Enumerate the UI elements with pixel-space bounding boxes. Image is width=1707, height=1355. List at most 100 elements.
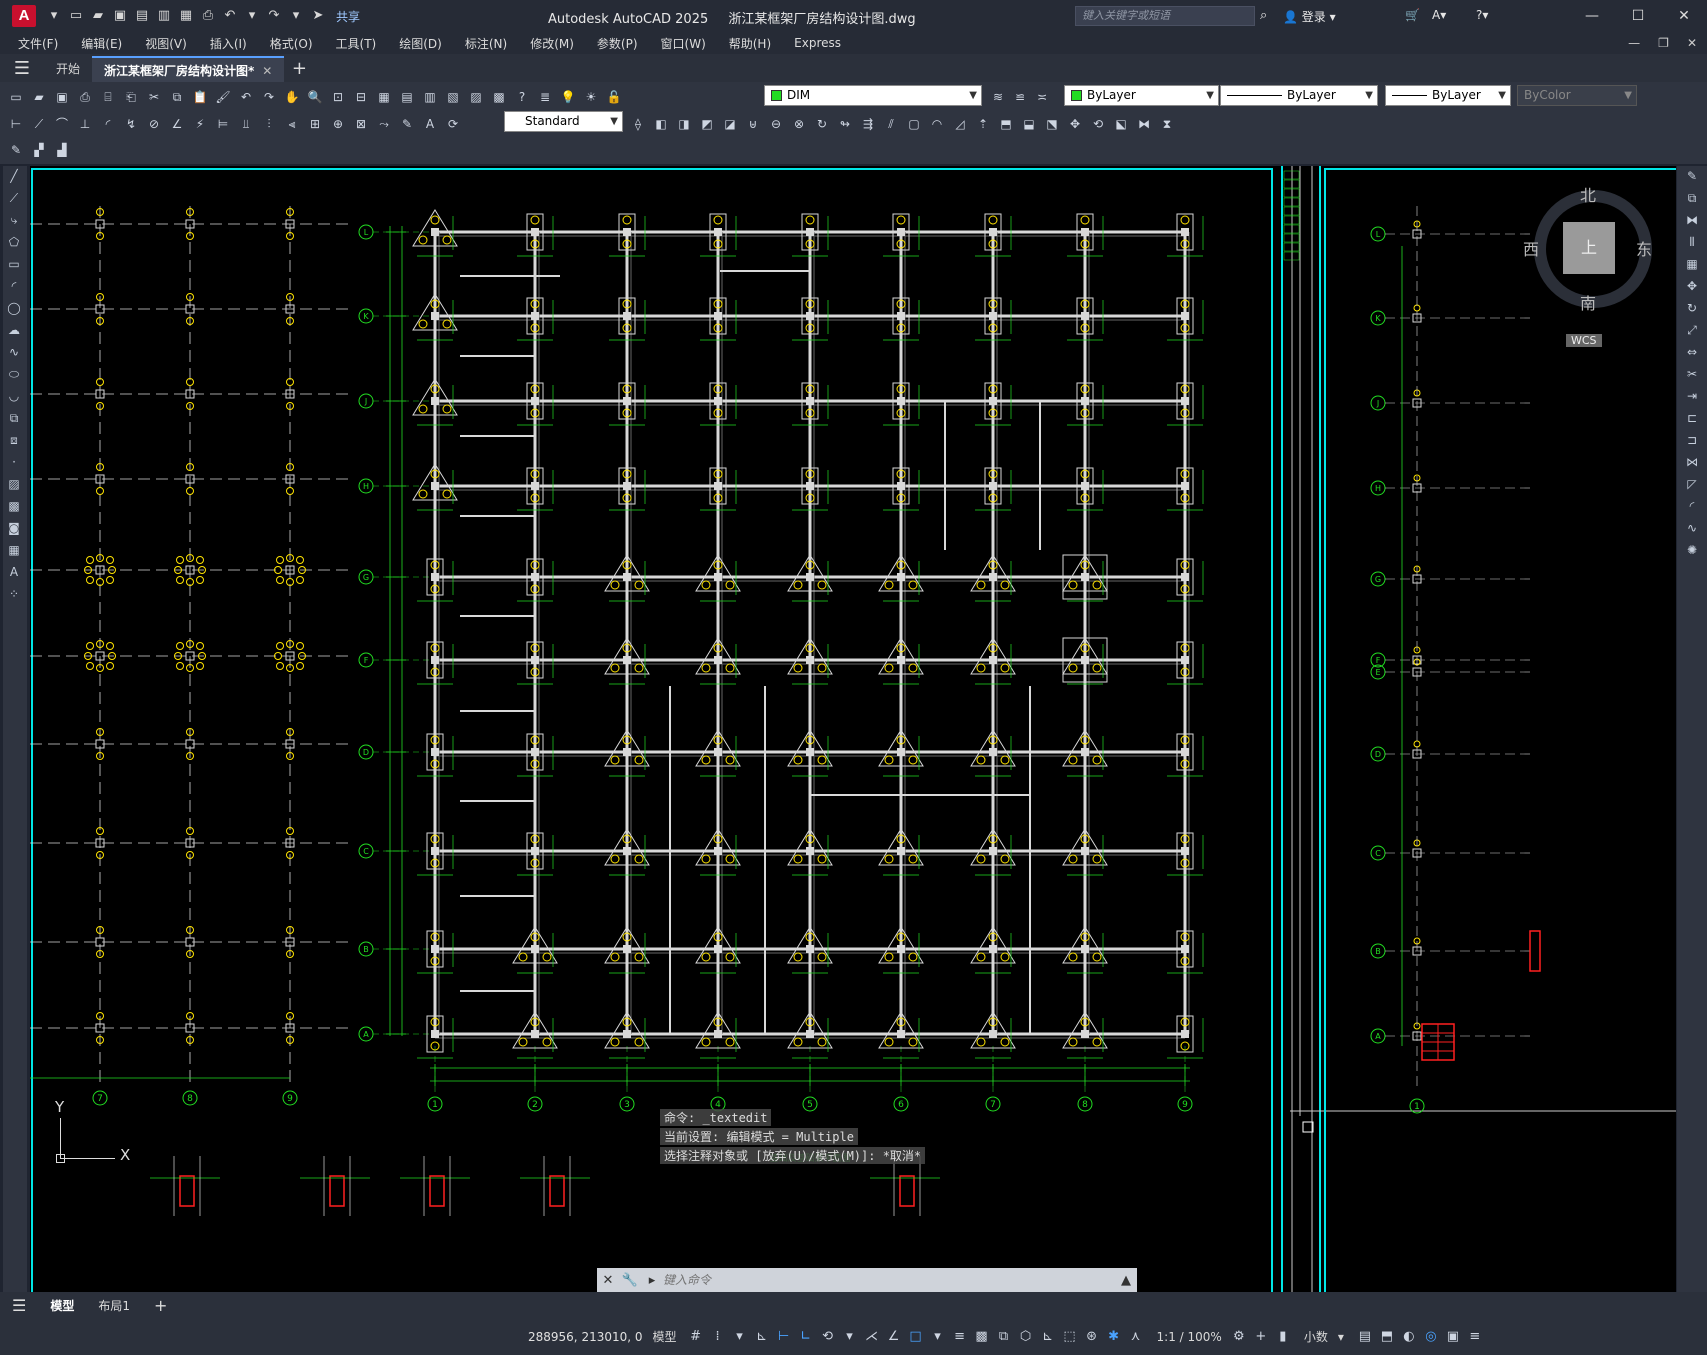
explode-icon[interactable]: ✺ [1680, 540, 1704, 562]
command-close-icon[interactable]: ✕ [597, 1273, 619, 1288]
presspull-icon[interactable]: ⇡ [973, 114, 993, 134]
break-at-point-icon[interactable]: ⊏ [1680, 408, 1704, 430]
transparency-icon[interactable]: ▩ [971, 1326, 993, 1348]
dynamic-input-icon[interactable]: ⊢ [773, 1326, 795, 1348]
arc-length-icon[interactable]: ⌒ [52, 114, 72, 134]
selection-filter-icon[interactable]: ⬚ [1059, 1326, 1081, 1348]
close-icon[interactable]: ✕ [1661, 0, 1707, 32]
save-icon[interactable]: ▣ [110, 6, 130, 26]
minimize-icon[interactable]: — [1569, 0, 1615, 32]
doc-close-icon[interactable]: ✕ [1687, 36, 1697, 50]
close-tab-icon[interactable]: ✕ [262, 64, 272, 78]
spline-icon[interactable]: ∿ [3, 342, 25, 364]
ortho-icon[interactable]: ∟ [795, 1326, 817, 1348]
make-block-icon[interactable]: ⧈ [3, 430, 25, 452]
open-icon[interactable]: ▰ [29, 87, 49, 107]
trim-icon[interactable]: ✂ [1680, 364, 1704, 386]
paste-icon[interactable]: 📋 [190, 87, 210, 107]
sphere-icon[interactable]: ◩ [697, 114, 717, 134]
add-selected-icon[interactable]: ⁘ [3, 584, 25, 606]
arc-icon[interactable]: ◜ [3, 276, 25, 298]
compass-north[interactable]: 北 [1580, 182, 1596, 206]
undo-dropdown-icon[interactable]: ▾ [242, 6, 262, 26]
command-customize-icon[interactable]: 🔧 [619, 1273, 641, 1288]
gradient-icon[interactable]: ▩ [3, 496, 25, 518]
hamburger-menu-icon[interactable]: ☰ [0, 56, 44, 82]
markup-icon[interactable]: ▨ [466, 87, 486, 107]
dim-space-icon[interactable]: ⫶ [259, 114, 279, 134]
lineweight-dropdown[interactable]: ByLayer ▼ [1385, 85, 1511, 106]
menu-express[interactable]: Express [794, 36, 841, 50]
radius-dim-icon[interactable]: ◜ [98, 114, 118, 134]
annotation-monitor-icon[interactable]: + [1250, 1326, 1272, 1348]
open-web-icon[interactable]: ▥ [154, 6, 174, 26]
tolerance-icon[interactable]: ⊞ [305, 114, 325, 134]
dim-edit-icon[interactable]: ✎ [397, 114, 417, 134]
command-prompt-icon[interactable]: ▸ [641, 1273, 663, 1288]
zoom-window-icon[interactable]: ⊡ [328, 87, 348, 107]
make-current-layer-icon[interactable]: ≋ [988, 87, 1008, 107]
tab-layout1[interactable]: 布局1 [86, 1297, 142, 1314]
insert-block-icon[interactable]: ⧉ [3, 408, 25, 430]
drawing-canvas[interactable]: LKJHGFDCBA123456789789LKJHGFEDCBA1基础及基础梁… [30, 166, 1676, 1292]
layer-lock-icon[interactable]: 🔓 [604, 87, 624, 107]
3d-mirror-icon[interactable]: ⧓ [1134, 114, 1154, 134]
help-search-input[interactable]: 键入关键字或短语 [1075, 6, 1255, 26]
extend-icon[interactable]: ⇥ [1680, 386, 1704, 408]
region-icon[interactable]: ◙ [3, 518, 25, 540]
redo-icon[interactable]: ↷ [259, 87, 279, 107]
layer-dropdown[interactable]: DIM ▼ [764, 85, 982, 106]
design-center-icon[interactable]: ▤ [397, 87, 417, 107]
selection-cycling-icon[interactable]: ⧉ [993, 1326, 1015, 1348]
jogged-dim-icon[interactable]: ↯ [121, 114, 141, 134]
menu-window[interactable]: 窗口(W) [661, 35, 706, 52]
share-label[interactable]: 共享 [336, 8, 360, 25]
blend-curves-icon[interactable]: ∿ [1680, 518, 1704, 540]
plot-icon[interactable]: ⎙ [75, 87, 95, 107]
baseline-dim-icon[interactable]: ⊨ [213, 114, 233, 134]
lineweight-toggle-icon[interactable]: ≡ [949, 1326, 971, 1348]
zoom-previous-icon[interactable]: ⊟ [351, 87, 371, 107]
linetype-dropdown[interactable]: ByLayer ▼ [1220, 85, 1378, 106]
print-icon[interactable]: ⎙ [198, 6, 218, 26]
ellipse-arc-icon[interactable]: ◡ [3, 386, 25, 408]
attribute-edit-icon[interactable]: ✎ [6, 140, 26, 160]
menu-help[interactable]: 帮助(H) [729, 35, 771, 52]
3d-array-icon[interactable]: ⧗ [1157, 114, 1177, 134]
object-snap-tracking-icon[interactable]: ∠ [883, 1326, 905, 1348]
autocad-logo[interactable]: A [12, 5, 36, 27]
diameter-dim-icon[interactable]: ⊘ [144, 114, 164, 134]
dim-text-edit-icon[interactable]: A [420, 114, 440, 134]
command-history-toggle-icon[interactable]: ▲ [1115, 1273, 1137, 1288]
doc-restore-icon[interactable]: ❐ [1658, 36, 1669, 50]
quick-dim-icon[interactable]: ⚡ [190, 114, 210, 134]
point-icon[interactable]: · [3, 452, 25, 474]
autodesk-app-icon[interactable]: A▾ [1432, 8, 1446, 22]
union-icon[interactable]: ⊎ [743, 114, 763, 134]
match-prop-icon[interactable]: 🖌 [213, 87, 233, 107]
polygon-icon[interactable]: ⬠ [3, 232, 25, 254]
break-icon[interactable]: ⊐ [1680, 430, 1704, 452]
doc-minimize-icon[interactable]: — [1628, 36, 1640, 50]
auto-scale-icon[interactable]: ⋏ [1125, 1326, 1147, 1348]
lock-ui-icon[interactable]: ⬒ [1376, 1326, 1398, 1348]
menu-edit[interactable]: 编辑(E) [81, 35, 122, 52]
help-icon[interactable]: ? [512, 87, 532, 107]
annotation-scale[interactable]: 1:1 / 100% [1157, 1330, 1222, 1344]
isolate-objects-icon[interactable]: ◐ [1398, 1326, 1420, 1348]
infer-constraints-icon[interactable]: ⊾ [751, 1326, 773, 1348]
units-chevron-icon[interactable]: ▾ [1338, 1330, 1344, 1344]
clean-screen-icon[interactable]: ▣ [1442, 1326, 1464, 1348]
new-file-icon[interactable]: ▭ [66, 6, 86, 26]
save-icon[interactable]: ▣ [52, 87, 72, 107]
gizmo-icon[interactable]: ⊛ [1081, 1326, 1103, 1348]
layer-states-icon[interactable]: ≍ [1032, 87, 1052, 107]
compass-east[interactable]: 东 [1636, 236, 1652, 260]
tab-start[interactable]: 开始 [44, 56, 92, 82]
intersect-icon[interactable]: ⊗ [789, 114, 809, 134]
grid-icon[interactable]: # [685, 1326, 707, 1348]
block-edit-icon[interactable]: ▞ [29, 140, 49, 160]
color-dropdown[interactable]: ByLayer ▼ [1064, 85, 1219, 106]
mirror-icon[interactable]: ⧓ [1680, 210, 1704, 232]
command-input[interactable] [663, 1269, 1063, 1291]
